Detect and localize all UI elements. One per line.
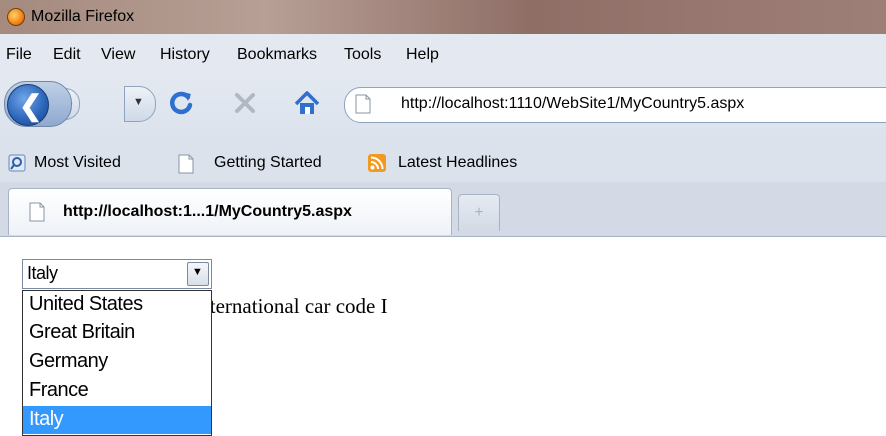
title-bar: Mozilla Firefox — [0, 0, 886, 34]
menu-history[interactable]: History — [160, 46, 210, 64]
address-url: http://localhost:1110/WebSite1/MyCountry… — [401, 95, 745, 112]
bookmarks-toolbar: Most Visited Getting Started Latest Head… — [0, 144, 886, 182]
bookmark-getting-started[interactable]: Getting Started — [214, 154, 322, 172]
stop-icon — [235, 93, 255, 113]
tab-mycountry5[interactable]: http://localhost:1...1/MyCountry5.aspx — [8, 188, 452, 235]
page-content: The country has the international car co… — [0, 237, 886, 436]
country-select[interactable]: Italy ▼ — [22, 259, 212, 289]
option-great-britain[interactable]: Great Britain — [23, 319, 211, 347]
option-italy[interactable]: Italy — [23, 406, 211, 434]
tab-strip: http://localhost:1...1/MyCountry5.aspx + — [0, 182, 886, 237]
option-label: Italy — [29, 408, 64, 430]
reload-button[interactable] — [166, 88, 196, 118]
option-label: Germany — [29, 350, 108, 372]
menu-help[interactable]: Help — [406, 46, 439, 64]
menu-view[interactable]: View — [101, 46, 135, 64]
option-germany[interactable]: Germany — [23, 348, 211, 376]
page-icon — [178, 154, 194, 174]
back-arrow-icon: ❮ — [19, 90, 43, 121]
menu-file[interactable]: File — [6, 46, 32, 64]
back-button[interactable]: ❮ — [4, 81, 72, 127]
option-label: Great Britain — [29, 321, 135, 343]
chevron-down-icon: ▼ — [192, 266, 203, 278]
menu-tools[interactable]: Tools — [344, 46, 381, 64]
menu-edit[interactable]: Edit — [53, 46, 81, 64]
firefox-logo-icon — [7, 8, 25, 26]
home-icon — [294, 91, 320, 114]
new-tab-button[interactable]: + — [458, 194, 500, 231]
stop-button[interactable] — [230, 88, 260, 118]
chevron-down-icon: ▼ — [133, 96, 144, 108]
address-bar[interactable]: http://localhost:1110/WebSite1/MyCountry… — [344, 87, 886, 123]
rss-feed-icon — [368, 154, 386, 172]
plus-icon: + — [474, 204, 484, 221]
reload-icon — [170, 91, 193, 115]
country-options-list: United States Great Britain Germany Fran… — [22, 290, 212, 436]
window-title: Mozilla Firefox — [31, 8, 135, 25]
home-button[interactable] — [292, 88, 322, 118]
option-france[interactable]: France — [23, 377, 211, 405]
country-select-dropdown-button[interactable]: ▼ — [187, 262, 209, 286]
country-select-value: Italy — [27, 263, 58, 283]
history-dropdown-button[interactable]: ▼ — [124, 86, 156, 122]
option-label: France — [29, 379, 89, 401]
tab-title: http://localhost:1...1/MyCountry5.aspx — [63, 203, 352, 220]
menu-bookmarks[interactable]: Bookmarks — [237, 46, 317, 64]
navigation-toolbar: ➤ ❮ ▼ http://localhost:1110/WebSite1/MyC… — [0, 74, 886, 144]
menu-bar: File Edit View History Bookmarks Tools H… — [0, 34, 886, 74]
option-label: United States — [29, 293, 143, 315]
most-visited-icon — [8, 154, 26, 172]
option-united-states[interactable]: United States — [23, 291, 211, 319]
page-icon — [355, 94, 371, 114]
bookmark-most-visited[interactable]: Most Visited — [34, 154, 121, 172]
page-icon — [29, 202, 45, 222]
bookmark-latest-headlines[interactable]: Latest Headlines — [398, 154, 517, 172]
